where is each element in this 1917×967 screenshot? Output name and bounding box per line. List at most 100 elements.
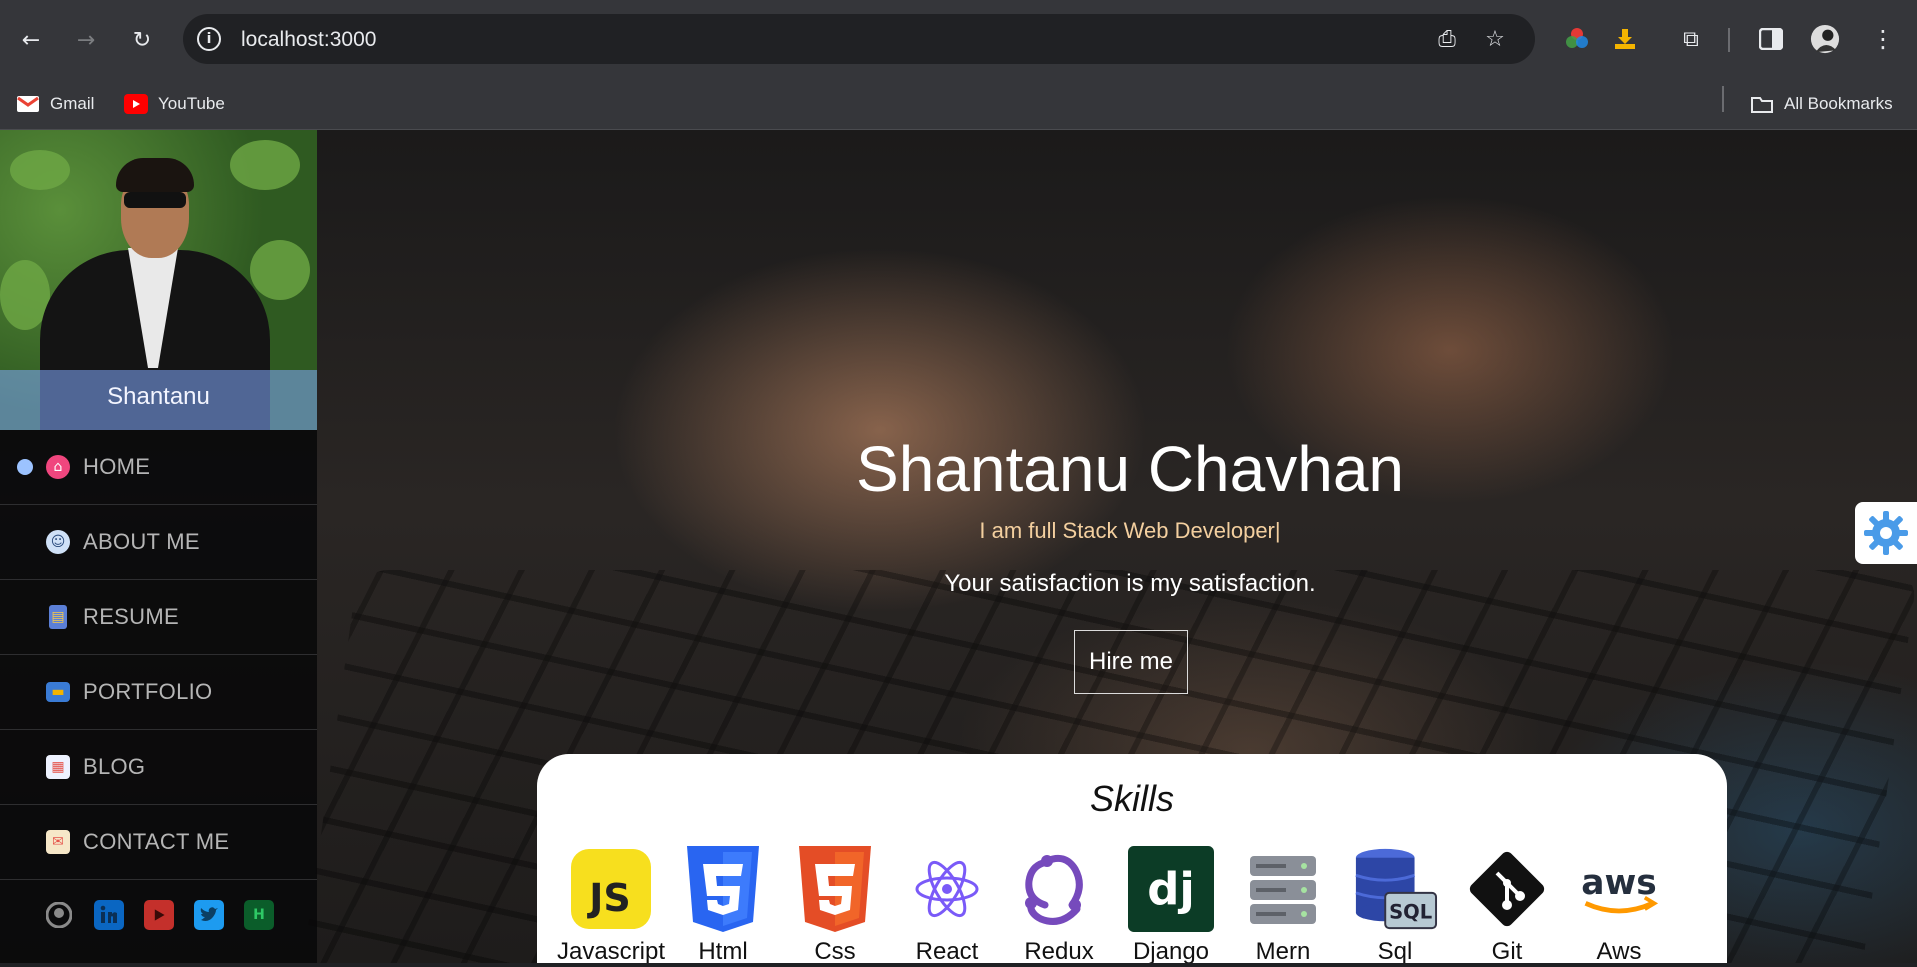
nav-item-resume[interactable]: ▤ RESUME — [0, 580, 317, 655]
bookmark-youtube[interactable]: YouTube — [124, 92, 225, 116]
side-panel-icon[interactable] — [1756, 24, 1786, 54]
django-icon: dj — [1128, 846, 1214, 932]
hero-content: Shantanu Chavhan I am full Stack Web Dev… — [700, 430, 1560, 598]
nav-item-label: BLOG — [83, 754, 146, 779]
hero-subtitle: I am full Stack Web Developer| — [979, 518, 1281, 543]
extensions-puzzle-icon[interactable]: ⧉ — [1676, 24, 1706, 54]
skill-name: Sql — [1377, 938, 1413, 963]
bookmark-label: YouTube — [158, 94, 225, 113]
sidebar: Shantanu ⌂ HOME ☺ ABOUT ME ▤ RESUME ▬ PO… — [0, 130, 317, 963]
sql-logo-text: SQL — [1389, 900, 1432, 923]
profile-name: Shantanu — [0, 370, 317, 430]
javascript-icon: JS — [568, 846, 654, 932]
js-logo-text: JS — [586, 876, 631, 920]
youtube-icon — [124, 94, 148, 114]
github-icon[interactable] — [44, 900, 74, 930]
skill-name: Aws — [1596, 938, 1642, 963]
django-logo-text: dj — [1147, 863, 1195, 916]
profile-photo: Shantanu — [0, 130, 317, 430]
back-button[interactable]: ← — [15, 24, 47, 56]
bookmark-label: Gmail — [50, 94, 95, 113]
nav-item-label: ABOUT ME — [83, 529, 200, 554]
server-icon — [1240, 846, 1326, 932]
hire-me-button[interactable]: Hire me — [1074, 630, 1188, 694]
briefcase-icon: ▬ — [46, 682, 70, 702]
nav-item-blog[interactable]: ▦ BLOG — [0, 730, 317, 805]
hero-title: Shantanu Chavhan — [856, 433, 1404, 505]
browser-toolbar: ← → ↻ i localhost:3000 ⎙ ☆ ⧉ ⋮ — [0, 0, 1917, 78]
skill-name: Redux — [1024, 938, 1094, 963]
folder-icon — [1750, 94, 1774, 114]
person-hair — [116, 158, 194, 192]
skills-card: Skills JS Javascript Html Css React Redu… — [537, 754, 1727, 963]
skill-django: dj Django — [1116, 846, 1226, 963]
skill-javascript: JS Javascript — [556, 846, 666, 963]
skill-git: Git — [1452, 846, 1562, 963]
profile-avatar-icon[interactable] — [1810, 24, 1840, 54]
browser-menu-icon[interactable]: ⋮ — [1868, 24, 1898, 54]
nav-item-label: CONTACT ME — [83, 829, 230, 854]
all-bookmarks-label: All Bookmarks — [1784, 94, 1893, 113]
youtube-icon[interactable] — [144, 900, 174, 930]
all-bookmarks-button[interactable]: All Bookmarks — [1750, 92, 1893, 116]
bookmark-star-icon[interactable]: ☆ — [1481, 26, 1509, 54]
download-extension-icon[interactable] — [1610, 24, 1640, 54]
sql-database-icon: SQL — [1352, 846, 1438, 932]
nav-item-home[interactable]: ⌂ HOME — [0, 430, 317, 505]
nav-item-label: RESUME — [83, 604, 179, 629]
nav-item-label: HOME — [83, 454, 151, 479]
social-links: H — [44, 900, 274, 930]
nav-item-portfolio[interactable]: ▬ PORTFOLIO — [0, 655, 317, 730]
nav-item-contact[interactable]: ✉ CONTACT ME — [0, 805, 317, 880]
aws-icon: aws — [1576, 846, 1662, 932]
hero-tagline: Your satisfaction is my satisfaction. — [944, 570, 1316, 597]
page-viewport: Shantanu ⌂ HOME ☺ ABOUT ME ▤ RESUME ▬ PO… — [0, 130, 1917, 963]
skill-name: Html — [698, 938, 748, 963]
person-glasses — [124, 192, 186, 208]
site-info-icon[interactable]: i — [197, 27, 221, 51]
url-text[interactable]: localhost:3000 — [241, 28, 376, 52]
css3-icon — [792, 846, 878, 932]
settings-gear-button[interactable] — [1855, 502, 1917, 564]
skill-name: Git — [1491, 938, 1523, 963]
blog-icon: ▦ — [46, 755, 70, 779]
bookmark-gmail[interactable]: Gmail — [16, 92, 94, 116]
gmail-icon — [16, 94, 40, 114]
skill-html: Html — [668, 846, 778, 963]
resume-icon: ▤ — [49, 605, 67, 629]
skill-sql: SQL Sql — [1340, 846, 1450, 963]
gear-icon — [1864, 511, 1908, 555]
mail-icon: ✉ — [46, 830, 70, 854]
skills-title: Skills — [1089, 778, 1174, 819]
linkedin-icon[interactable] — [94, 900, 124, 930]
skill-redux: Redux — [1004, 846, 1114, 963]
active-indicator — [17, 459, 33, 475]
home-icon: ⌂ — [46, 455, 70, 479]
toolbar-divider — [1728, 28, 1730, 52]
nav-item-about[interactable]: ☺ ABOUT ME — [0, 505, 317, 580]
redux-icon — [1016, 846, 1102, 932]
skill-name: Javascript — [556, 938, 666, 963]
forward-button[interactable]: → — [70, 24, 102, 56]
color-extension-icon[interactable] — [1562, 24, 1592, 54]
hackerrank-icon[interactable]: H — [244, 900, 274, 930]
person-icon: ☺ — [46, 530, 70, 554]
git-icon — [1464, 846, 1550, 932]
html5-icon — [680, 846, 766, 932]
foliage — [10, 150, 70, 190]
bookmarks-divider — [1722, 86, 1724, 112]
skill-name: Mern — [1255, 938, 1311, 963]
skill-css: Css — [780, 846, 890, 963]
nav-menu: ⌂ HOME ☺ ABOUT ME ▤ RESUME ▬ PORTFOLIO ▦… — [0, 430, 317, 880]
bookmarks-bar: Gmail YouTube All Bookmarks — [0, 78, 1917, 130]
foliage — [250, 240, 310, 300]
reload-button[interactable]: ↻ — [126, 24, 158, 56]
install-app-icon[interactable]: ⎙ — [1433, 26, 1461, 54]
skill-name: Django — [1132, 938, 1210, 963]
skill-mern: Mern — [1228, 846, 1338, 963]
skill-name: React — [915, 938, 979, 963]
foliage — [230, 140, 300, 190]
address-bar[interactable]: i localhost:3000 ⎙ ☆ — [183, 14, 1535, 64]
twitter-icon[interactable] — [194, 900, 224, 930]
react-icon — [904, 846, 990, 932]
